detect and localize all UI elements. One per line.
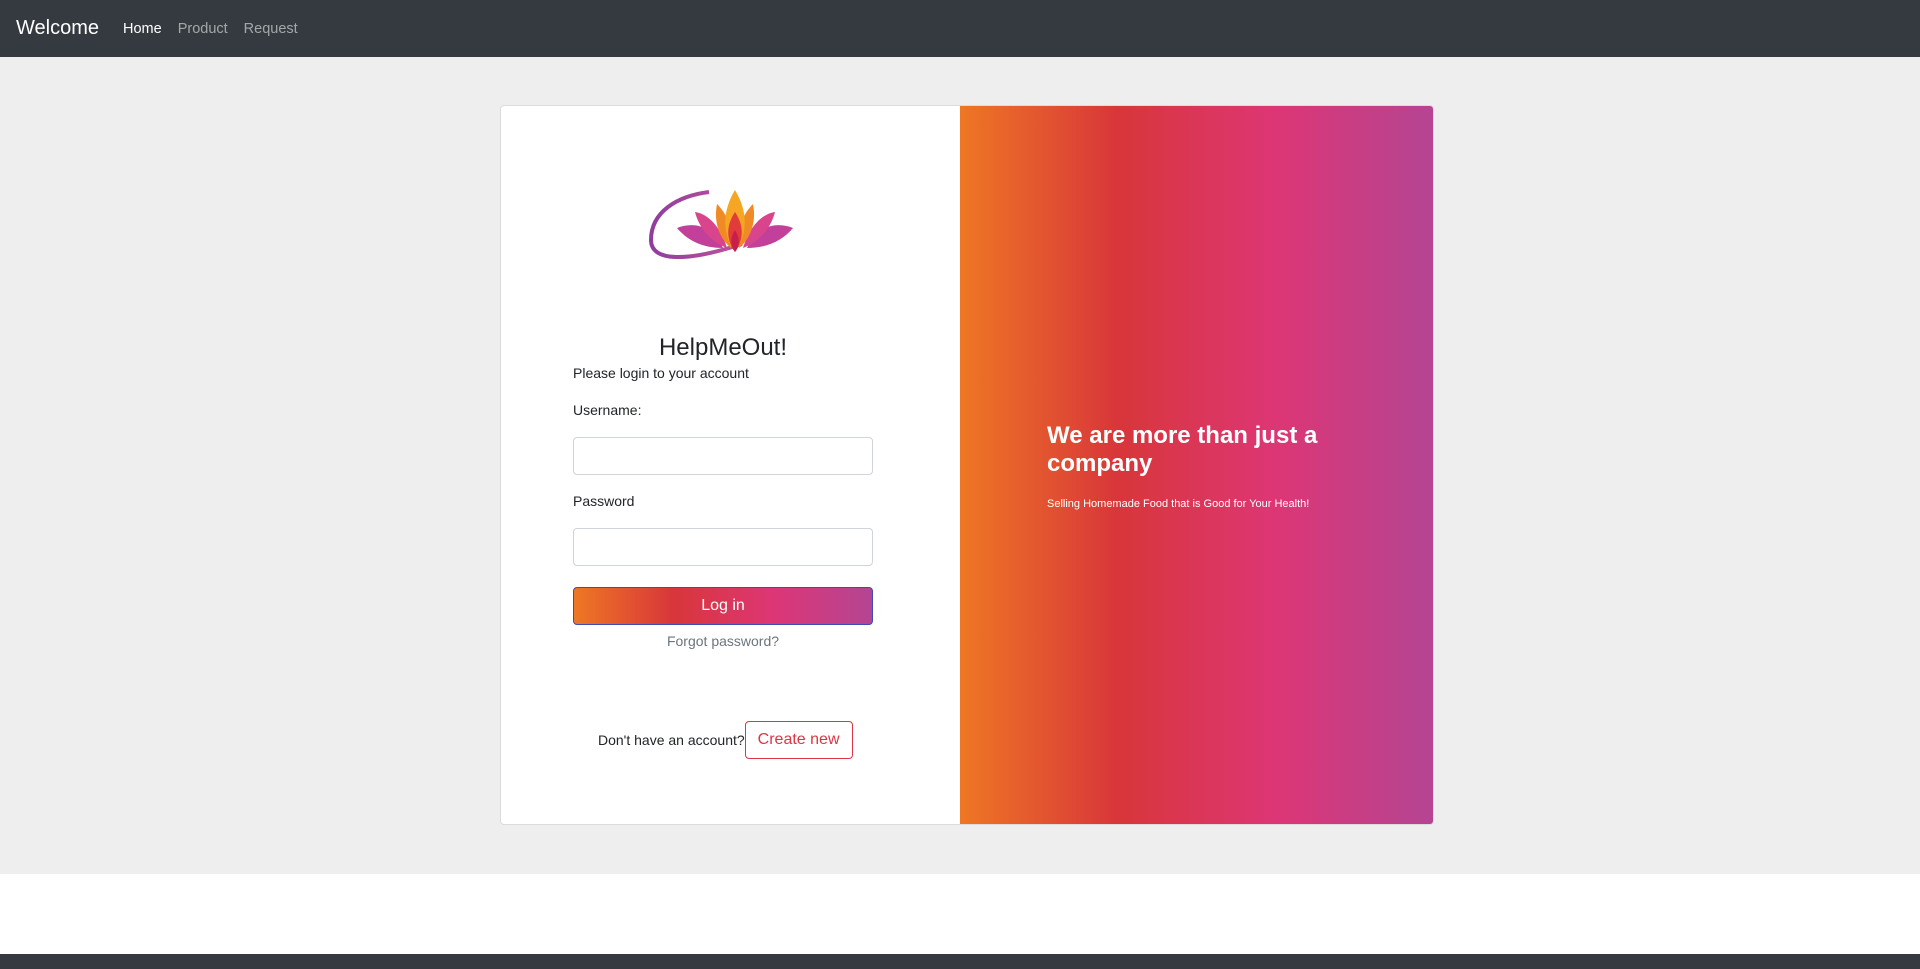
username-input[interactable] [573, 437, 873, 475]
login-panel: HelpMeOut! Please login to your account … [501, 106, 960, 824]
nav-link-request[interactable]: Request [244, 21, 298, 37]
username-label: Username: [573, 402, 642, 418]
site-name: HelpMeOut! [658, 334, 788, 361]
login-button[interactable]: Log in [573, 587, 873, 625]
password-input[interactable] [573, 528, 873, 566]
signup-row: Don't have an account? Create new [598, 721, 853, 759]
promo-panel: We are more than just a company Selling … [960, 106, 1433, 824]
nav-link-product[interactable]: Product [178, 21, 228, 37]
forgot-password-link[interactable]: Forgot password? [573, 633, 873, 649]
nav-link-home[interactable]: Home [123, 21, 162, 37]
password-label: Password [573, 493, 635, 509]
footer-bar [0, 954, 1920, 969]
login-intro-text: Please login to your account [573, 365, 749, 381]
promo-heading: We are more than just a company [1047, 422, 1318, 477]
promo-subtext: Selling Homemade Food that is Good for Y… [1047, 498, 1310, 510]
main-section: HelpMeOut! Please login to your account … [0, 57, 1920, 874]
navbar-brand[interactable]: Welcome [16, 17, 99, 40]
no-account-text: Don't have an account? [598, 732, 745, 748]
login-card: HelpMeOut! Please login to your account … [500, 105, 1434, 825]
create-new-button[interactable]: Create new [744, 721, 853, 759]
lotus-logo-icon [647, 182, 799, 266]
top-navbar: Welcome Home Product Request [0, 0, 1920, 57]
footer-spacer [0, 874, 1920, 954]
